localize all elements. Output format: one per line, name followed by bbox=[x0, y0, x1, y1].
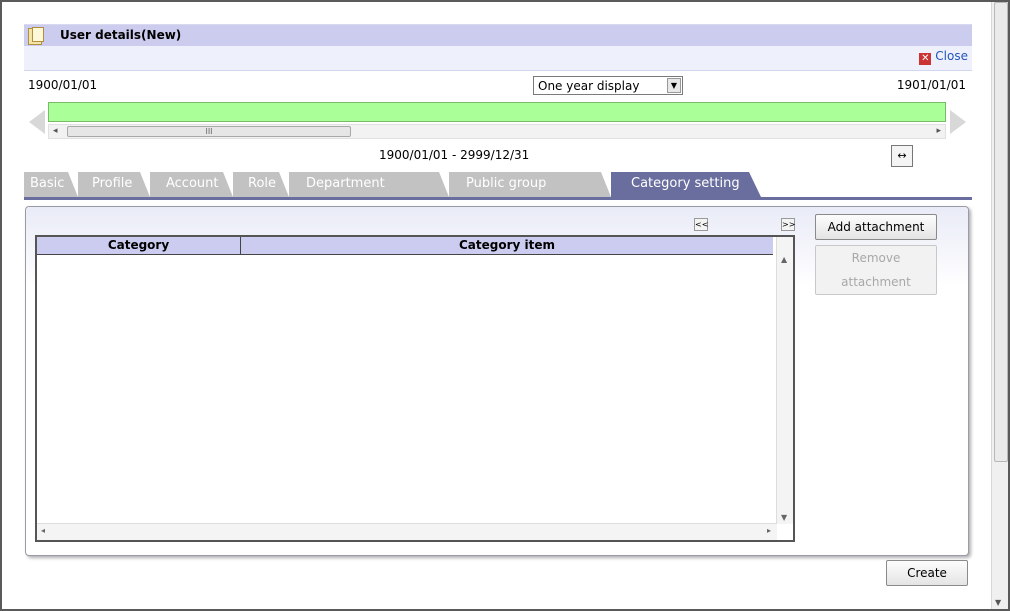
column-header-category[interactable]: Category bbox=[37, 237, 241, 254]
close-link[interactable]: ✕ Close bbox=[919, 49, 968, 65]
scroll-down-arrow-icon[interactable]: ▼ bbox=[995, 598, 1001, 607]
remove-label-line1: Remove bbox=[851, 251, 901, 265]
expand-range-button[interactable]: ↔ bbox=[891, 145, 913, 167]
scrollbar-thumb[interactable] bbox=[994, 2, 1008, 462]
category-table: Category Category item ▲ ▼ ◂ ▸ bbox=[35, 235, 795, 542]
tab-bar: Basic Profile Account Role Department me… bbox=[24, 172, 972, 197]
validity-range: 1900/01/01 - 2999/12/31 bbox=[379, 148, 530, 162]
tab-label: Category setting bbox=[631, 176, 740, 191]
tab-category-setting[interactable]: Category setting bbox=[611, 172, 761, 197]
tab-public-group-member[interactable]: Public group member bbox=[449, 172, 611, 197]
tab-underline bbox=[24, 197, 972, 200]
collapse-right-button[interactable]: >> bbox=[781, 218, 795, 231]
timeline-end-date: 1901/01/01 bbox=[896, 78, 966, 92]
page-vertical-scrollbar[interactable]: ▼ bbox=[991, 2, 1008, 609]
window-title: User details(New) bbox=[60, 28, 182, 42]
remove-label-line2: attachment bbox=[841, 275, 911, 289]
tab-label: Profile bbox=[92, 176, 133, 191]
scroll-left-arrow-icon[interactable]: ◂ bbox=[53, 126, 58, 136]
scroll-down-arrow-icon[interactable]: ▼ bbox=[781, 513, 787, 522]
close-icon: ✕ bbox=[919, 53, 932, 65]
column-header-category-item[interactable]: Category item bbox=[241, 237, 773, 254]
expand-arrows-icon: ↔ bbox=[897, 149, 907, 162]
action-bar: ✕ Close bbox=[24, 46, 972, 71]
document-icon bbox=[28, 27, 44, 45]
display-range-value: One year display bbox=[538, 79, 640, 93]
tab-label: Basic bbox=[30, 176, 65, 191]
add-attachment-button[interactable]: Add attachment bbox=[815, 214, 937, 240]
table-horizontal-scrollbar[interactable]: ◂ ▸ bbox=[37, 523, 777, 540]
title-bar: User details(New) bbox=[24, 24, 972, 47]
scroll-left-arrow-icon[interactable]: ◂ bbox=[41, 526, 45, 535]
close-label: Close bbox=[935, 49, 968, 63]
scroll-right-arrow-icon[interactable]: ▸ bbox=[936, 126, 941, 136]
tab-basic[interactable]: Basic bbox=[24, 172, 78, 197]
remove-attachment-button[interactable]: Remove attachment bbox=[815, 245, 937, 295]
collapse-left-button[interactable]: << bbox=[694, 218, 708, 231]
create-button[interactable]: Create bbox=[886, 560, 968, 586]
tab-label: Role bbox=[248, 176, 277, 191]
tab-profile[interactable]: Profile bbox=[78, 172, 150, 197]
dialog-window: ▼ User details(New) ✕ Close 1900/01/01 On… bbox=[0, 0, 1010, 611]
tab-account[interactable]: Account bbox=[150, 172, 233, 197]
tab-label: Account bbox=[166, 176, 219, 191]
scroll-up-arrow-icon[interactable]: ▲ bbox=[781, 255, 787, 264]
timeline-bar[interactable] bbox=[48, 102, 946, 122]
tab-role[interactable]: Role bbox=[233, 172, 289, 197]
timeline-prev-arrow-icon[interactable] bbox=[29, 110, 45, 134]
scroll-right-arrow-icon[interactable]: ▸ bbox=[767, 526, 771, 535]
timeline-scroll-thumb[interactable]: III bbox=[67, 126, 351, 137]
timeline-scrollbar[interactable]: ◂ III ▸ bbox=[48, 124, 946, 139]
category-setting-panel: << >> Category Category item ▲ ▼ ◂ ▸ Add… bbox=[25, 206, 969, 556]
tab-department-member[interactable]: Department member bbox=[289, 172, 449, 197]
timeline-next-arrow-icon[interactable] bbox=[950, 110, 966, 134]
table-vertical-scrollbar[interactable]: ▲ ▼ bbox=[776, 237, 793, 524]
table-header: Category Category item bbox=[37, 237, 773, 255]
chevron-down-icon[interactable]: ▼ bbox=[667, 78, 681, 93]
timeline-start-date: 1900/01/01 bbox=[28, 78, 98, 92]
display-range-select[interactable]: One year display ▼ bbox=[533, 76, 683, 95]
